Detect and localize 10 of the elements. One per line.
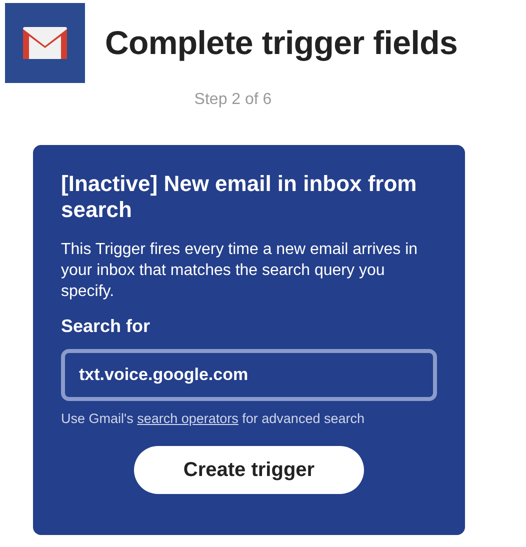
step-indicator: Step 2 of 6 [194,91,273,109]
search-operators-link[interactable]: search operators [137,411,238,426]
search-field[interactable]: txt.voice.google.com [61,349,437,401]
field-label: Search for [61,316,152,337]
trigger-description: This Trigger fires every time a new email arrives in your inbox that matches the search query you specify. [61,240,419,302]
page-title: Complete trigger fields [105,24,458,62]
trigger-title: [Inactive] New email in inbox from search [61,171,418,223]
envelope-icon [22,26,68,60]
create-trigger-button[interactable]: Create trigger [134,446,364,494]
help-text: Use Gmail's search operators for advanced search [61,411,366,426]
